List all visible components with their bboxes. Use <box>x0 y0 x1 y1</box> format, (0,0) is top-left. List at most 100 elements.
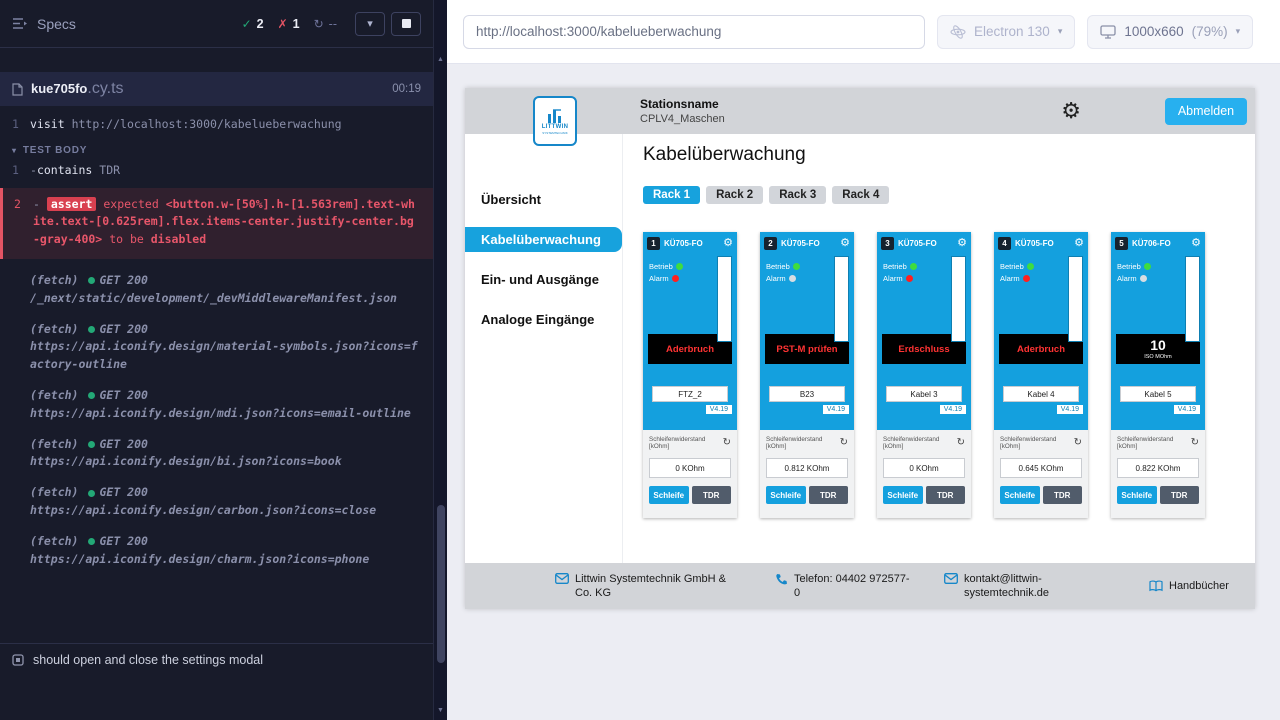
device-card-1: 1 KÜ705-FO ⚙ Betrieb Alarm Aderbruch FT <box>643 232 737 518</box>
fetch-log-entry[interactable]: (fetch)GET 200 https://api.iconify.desig… <box>0 387 433 423</box>
footer-email-link[interactable]: kontakt@littwin-systemtechnik.de <box>964 572 1119 601</box>
fetch-log-entry[interactable]: (fetch)GET 200 https://api.iconify.desig… <box>0 533 433 569</box>
tab-rack-4[interactable]: Rack 4 <box>832 186 889 204</box>
footer-phone: Telefon: 04402 972577-0 <box>775 572 914 601</box>
refresh-icon[interactable]: ↻ <box>840 438 848 448</box>
logout-button[interactable]: Abmelden <box>1165 98 1247 125</box>
tdr-button[interactable]: TDR <box>809 486 849 504</box>
resistance-value: 0.822 KOhm <box>1117 458 1199 478</box>
card-gear-icon[interactable]: ⚙ <box>840 238 850 249</box>
iso-unit: ISO MOhm <box>1144 354 1172 360</box>
card-model: KÜ706-FO <box>1132 239 1187 248</box>
fetch-log-entry[interactable]: (fetch)GET 200 /_next/static/development… <box>0 272 433 308</box>
check-icon: ✓ <box>242 17 252 31</box>
contains-command[interactable]: 1-contains TDR <box>0 160 433 181</box>
next-test-row[interactable]: should open and close the settings modal <box>0 643 433 676</box>
tab-rack-3[interactable]: Rack 3 <box>769 186 826 204</box>
failed-assertion[interactable]: 2- assert expected <button.w-[50%].h-[1.… <box>0 188 433 259</box>
aut-panel: Electron 130 ▾ 1000x660 (79%) ▾ <box>447 0 1280 720</box>
spec-extension: .cy.ts <box>87 80 123 97</box>
alarm-led <box>672 275 679 282</box>
test-body-section[interactable]: ▾ TEST BODY <box>0 135 433 160</box>
card-gear-icon[interactable]: ⚙ <box>957 238 967 249</box>
logo-subtext: SYSTEMTECHNIK <box>542 131 568 135</box>
scroll-down-arrow[interactable]: ▼ <box>434 707 447 714</box>
card-gear-icon[interactable]: ⚙ <box>1074 238 1084 249</box>
collapse-button[interactable]: ▾ <box>355 12 385 36</box>
cable-meter <box>1068 256 1083 342</box>
card-gear-icon[interactable]: ⚙ <box>723 238 733 249</box>
tab-rack-1[interactable]: Rack 1 <box>643 186 700 204</box>
sidebar-item-ein-ausgaenge[interactable]: Ein- und Ausgänge <box>465 267 622 292</box>
sidebar-item-analoge-eingaenge[interactable]: Analoge Eingänge <box>465 307 622 332</box>
fetch-log-entry[interactable]: (fetch)GET 200 https://api.iconify.desig… <box>0 484 433 520</box>
resistance-label: Schleifenwiderstand [kOhm] <box>649 436 723 450</box>
resistance-value: 0.812 KOhm <box>766 458 848 478</box>
aut-toolbar: Electron 130 ▾ 1000x660 (79%) ▾ <box>447 0 1280 64</box>
schleife-button[interactable]: Schleife <box>649 486 689 504</box>
window: Specs ✓2 ✗1 ↻-- ▾ kue705fo.cy.ts 00:19 <box>0 0 1280 720</box>
betrieb-label: Betrieb <box>649 262 673 271</box>
card-model: KÜ705-FO <box>898 239 953 248</box>
alarm-led <box>1023 275 1030 282</box>
tdr-button[interactable]: TDR <box>1043 486 1083 504</box>
resistance-value: 0 KOhm <box>883 458 965 478</box>
fetch-log-entry[interactable]: (fetch)GET 200 https://api.iconify.desig… <box>0 436 433 472</box>
alarm-label: Alarm <box>1117 274 1137 283</box>
schleife-button[interactable]: Schleife <box>883 486 923 504</box>
card-number: 5 <box>1115 237 1128 250</box>
footer-manuals[interactable]: Handbücher <box>1149 579 1229 593</box>
betrieb-label: Betrieb <box>766 262 790 271</box>
fetch-url: /_next/static/development/_devMiddleware… <box>30 290 421 308</box>
betrieb-label: Betrieb <box>1000 262 1024 271</box>
refresh-icon[interactable]: ↻ <box>957 438 965 448</box>
assert-expected-state: disabled <box>151 232 206 246</box>
card-gear-icon[interactable]: ⚙ <box>1191 238 1201 249</box>
browser-select[interactable]: Electron 130 ▾ <box>937 15 1075 49</box>
cable-name: Kabel 4 <box>1003 386 1079 402</box>
betrieb-led <box>676 263 683 270</box>
chevron-down-icon: ▾ <box>367 17 373 30</box>
specs-label[interactable]: Specs <box>37 16 76 32</box>
refresh-icon[interactable]: ↻ <box>1074 438 1082 448</box>
visit-command[interactable]: 1visit http://localhost:3000/kabelueberw… <box>0 114 433 135</box>
tdr-button[interactable]: TDR <box>1160 486 1200 504</box>
schleife-button[interactable]: Schleife <box>1117 486 1157 504</box>
url-input[interactable] <box>463 15 925 49</box>
refresh-icon[interactable]: ↻ <box>1191 438 1199 448</box>
refresh-icon[interactable]: ↻ <box>723 438 731 448</box>
app-header: LITTWIN SYSTEMTECHNIK Stationsname CPLV4… <box>465 88 1255 134</box>
viewport-select[interactable]: 1000x660 (79%) ▾ <box>1087 15 1253 49</box>
spec-name[interactable]: kue705fo.cy.ts <box>31 80 124 98</box>
schleife-button[interactable]: Schleife <box>766 486 806 504</box>
passed-stat: ✓2 <box>242 17 264 31</box>
settings-gear-icon[interactable]: ⚙ <box>1061 100 1081 122</box>
status-ok-dot <box>88 392 95 399</box>
app-footer: Littwin Systemtechnik GmbH & Co. KG Tele… <box>465 563 1255 609</box>
schleife-button[interactable]: Schleife <box>1000 486 1040 504</box>
cable-name: B23 <box>769 386 845 402</box>
card-number: 3 <box>881 237 894 250</box>
status-ok-dot <box>88 277 95 284</box>
tdr-button[interactable]: TDR <box>692 486 732 504</box>
card-number: 1 <box>647 237 660 250</box>
scroll-up-arrow[interactable]: ▲ <box>434 56 447 63</box>
tdr-button[interactable]: TDR <box>926 486 966 504</box>
resistance-label: Schleifenwiderstand [kOhm] <box>1000 436 1074 450</box>
scrollbar-thumb[interactable] <box>437 505 445 663</box>
browser-name: Electron 130 <box>974 24 1050 39</box>
phone-icon <box>775 573 788 586</box>
littwin-app: LITTWIN SYSTEMTECHNIK Stationsname CPLV4… <box>465 88 1255 609</box>
reporter-scrollbar[interactable]: ▲ ▼ <box>433 0 447 720</box>
stop-button[interactable] <box>391 12 421 36</box>
tab-rack-2[interactable]: Rack 2 <box>706 186 763 204</box>
status-ok-dot <box>88 490 95 497</box>
alarm-led <box>1140 275 1147 282</box>
specs-menu-icon[interactable] <box>12 17 28 30</box>
pending-count: -- <box>329 17 337 31</box>
sidebar-item-uebersicht[interactable]: Übersicht <box>465 187 622 212</box>
fetch-log-entry[interactable]: (fetch)GET 200 https://api.iconify.desig… <box>0 321 433 374</box>
sidebar-item-kabelueberwachung[interactable]: Kabelüberwachung <box>465 227 622 252</box>
cable-name: Kabel 3 <box>886 386 962 402</box>
skyline-icon <box>546 107 564 123</box>
